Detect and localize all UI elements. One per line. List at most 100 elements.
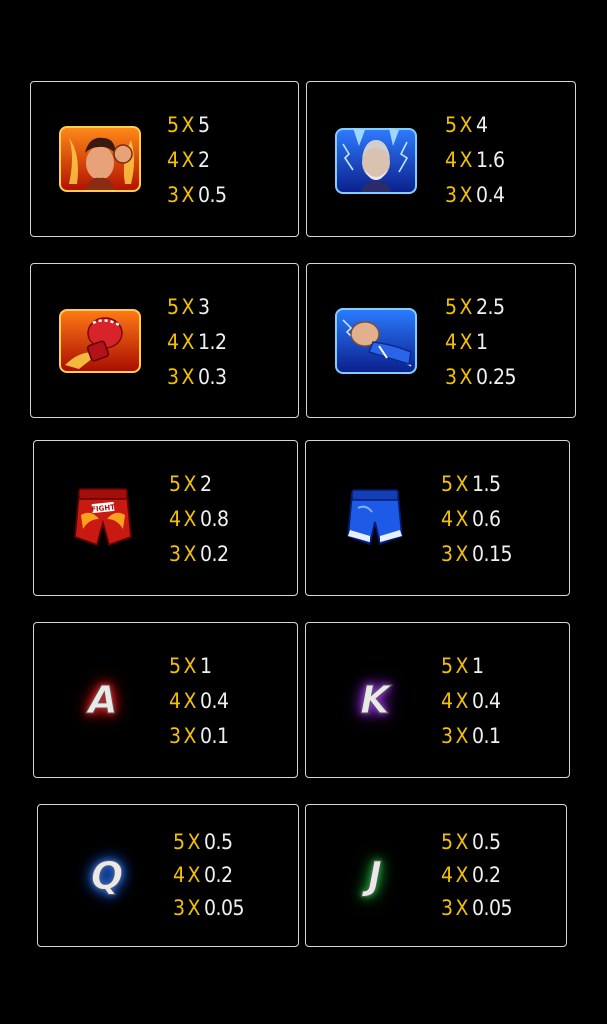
symbol-count: 3 xyxy=(173,896,185,920)
multiplier: 0.25 xyxy=(475,365,517,389)
symbol-count: 3 xyxy=(167,183,179,207)
symbol-count: 4 xyxy=(167,148,179,172)
payout-row: 4 X 0.4 xyxy=(169,684,229,719)
payout-row: 5X1 xyxy=(441,649,501,684)
payout-row: 4X1 xyxy=(445,325,516,360)
payout-row: 4 X 1.6 xyxy=(445,143,505,178)
multiplier: 1.6 xyxy=(475,148,505,172)
payout-row: 4 X 1.2 xyxy=(167,325,227,360)
payout-row: 3 X 0.5 xyxy=(167,178,227,213)
payout-row: 5X5 xyxy=(167,108,227,143)
times-sign: X xyxy=(455,896,469,920)
times-sign: X xyxy=(181,113,195,137)
times-sign: X xyxy=(183,689,197,713)
payout-row: 5X2 xyxy=(169,467,229,502)
paytable-card-blue-fist: 5 X 2.5 4X1 3 X 0.25 xyxy=(306,263,576,418)
times-sign: X xyxy=(181,330,195,354)
symbol-count: 5 xyxy=(445,113,457,137)
payout-list: 5 X 2.5 4X1 3 X 0.25 xyxy=(445,290,517,395)
multiplier: 1 xyxy=(471,654,484,678)
letter-k-icon: K xyxy=(334,665,416,735)
blue-shorts-icon xyxy=(334,483,416,553)
paytable-card-letter-a: A 5X1 4 X 0.4 3 X 0.1 xyxy=(33,622,298,778)
multiplier: 0.5 xyxy=(203,830,233,854)
multiplier: 0.6 xyxy=(471,507,501,531)
paytable-card-letter-j: J 5 X 0.5 4 X 0.2 3 X 0.05 xyxy=(305,804,567,947)
symbol-count: 3 xyxy=(445,365,457,389)
payout-row: 5X3 xyxy=(167,290,227,325)
payout-list: 5 X 0.5 4 X 0.2 3 X 0.05 xyxy=(173,826,245,925)
multiplier: 1 xyxy=(475,330,488,354)
symbol-count: 4 xyxy=(441,689,453,713)
times-sign: X xyxy=(181,148,195,172)
letter-j-icon: J xyxy=(334,841,416,911)
symbol-count: 4 xyxy=(441,507,453,531)
paytable-card-letter-k: K 5X1 4 X 0.4 3 X 0.1 xyxy=(305,622,570,778)
red-glove-icon xyxy=(59,306,141,376)
multiplier: 0.3 xyxy=(197,365,227,389)
paytable-card-blue-fighter: 5X4 4 X 1.6 3 X 0.4 xyxy=(306,81,576,237)
times-sign: X xyxy=(183,654,197,678)
symbol-count: 5 xyxy=(173,830,185,854)
multiplier: 5 xyxy=(197,113,210,137)
multiplier: 0.05 xyxy=(471,896,513,920)
letter-j-glyph: J xyxy=(367,853,383,898)
payout-row: 5X1 xyxy=(169,649,229,684)
paytable-card-red-glove: 5X3 4 X 1.2 3 X 0.3 xyxy=(30,263,299,418)
times-sign: X xyxy=(455,863,469,887)
multiplier: 0.5 xyxy=(197,183,227,207)
times-sign: X xyxy=(183,724,197,748)
letter-k-glyph: K xyxy=(360,678,390,722)
payout-row: 4 X 0.8 xyxy=(169,502,229,537)
payout-list: 5X4 4 X 1.6 3 X 0.4 xyxy=(445,108,505,213)
multiplier: 0.8 xyxy=(199,507,229,531)
payout-row: 5 X 2.5 xyxy=(445,290,516,325)
payout-list: 5X5 4X2 3 X 0.5 xyxy=(167,108,227,213)
symbol-count: 3 xyxy=(169,724,181,748)
payout-row: 3 X 0.25 xyxy=(445,360,517,395)
symbol-count: 3 xyxy=(441,896,453,920)
payout-row: 5 X 0.5 xyxy=(441,826,512,859)
letter-q-glyph: Q xyxy=(90,853,124,898)
payout-row: 3 X 0.1 xyxy=(441,719,501,754)
times-sign: X xyxy=(181,295,195,319)
times-sign: X xyxy=(183,472,197,496)
payout-row: 4 X 0.6 xyxy=(441,502,512,537)
multiplier: 4 xyxy=(475,113,488,137)
payout-list: 5X2 4 X 0.8 3 X 0.2 xyxy=(169,467,229,572)
times-sign: X xyxy=(187,830,201,854)
payout-list: 5X3 4 X 1.2 3 X 0.3 xyxy=(167,290,227,395)
red-shorts-icon: FIGHT xyxy=(62,483,144,553)
multiplier: 0.5 xyxy=(471,830,501,854)
symbol-count: 3 xyxy=(441,724,453,748)
multiplier: 0.4 xyxy=(475,183,505,207)
times-sign: X xyxy=(455,542,469,566)
multiplier: 1.5 xyxy=(471,472,501,496)
payout-row: 4 X 0.2 xyxy=(441,859,512,892)
payout-row: 5 X 1.5 xyxy=(441,467,512,502)
payout-row: 4X2 xyxy=(167,143,227,178)
times-sign: X xyxy=(187,896,201,920)
payout-row: 3 X 0.4 xyxy=(445,178,505,213)
symbol-count: 5 xyxy=(167,113,179,137)
payout-row: 3 X 0.3 xyxy=(167,360,227,395)
blue-fist-icon xyxy=(335,306,417,376)
payout-row: 4 X 0.2 xyxy=(173,859,244,892)
times-sign: X xyxy=(455,689,469,713)
times-sign: X xyxy=(459,113,473,137)
times-sign: X xyxy=(459,148,473,172)
times-sign: X xyxy=(181,183,195,207)
symbol-count: 4 xyxy=(169,689,181,713)
times-sign: X xyxy=(455,507,469,531)
multiplier: 0.4 xyxy=(199,689,229,713)
multiplier: 2.5 xyxy=(475,295,505,319)
times-sign: X xyxy=(183,542,197,566)
paytable-card-red-fighter: 5X5 4X2 3 X 0.5 xyxy=(30,81,299,237)
letter-a-icon: A xyxy=(62,665,144,735)
payout-list: 5 X 0.5 4 X 0.2 3 X 0.05 xyxy=(441,826,513,925)
multiplier: 0.05 xyxy=(203,896,245,920)
payout-list: 5 X 1.5 4 X 0.6 3 X 0.15 xyxy=(441,467,513,572)
payout-row: 3 X 0.1 xyxy=(169,719,229,754)
payout-list: 5X1 4 X 0.4 3 X 0.1 xyxy=(441,649,501,754)
multiplier: 2 xyxy=(199,472,212,496)
